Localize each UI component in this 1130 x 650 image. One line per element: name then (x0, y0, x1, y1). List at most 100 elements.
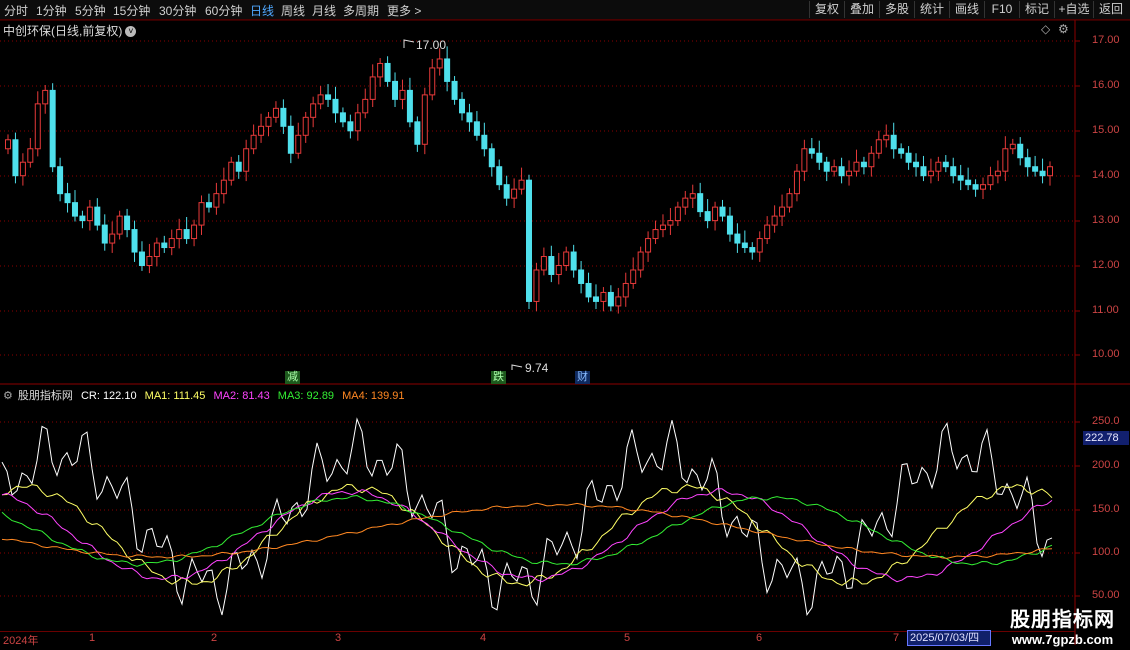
candle-body (5, 139, 11, 150)
candle-body (161, 242, 168, 249)
ma1-value: MA1: 111.45 (144, 390, 206, 402)
candle-body (198, 202, 205, 226)
candle-body (325, 94, 332, 100)
event-badge-finance[interactable]: 财 (575, 371, 590, 384)
candle-body (965, 179, 972, 186)
stock-title[interactable]: 中创环保(日线,前复权) ˅ (3, 22, 137, 39)
candle-body (630, 269, 637, 284)
candle-body (362, 98, 369, 114)
candle-body (734, 233, 741, 244)
high-marker-arrow (403, 39, 415, 48)
date-label: 6 (756, 632, 763, 644)
candle-body (667, 220, 674, 226)
candle-body (793, 170, 800, 195)
candle-body (578, 269, 585, 284)
candle-body (846, 170, 853, 177)
candle-body (399, 89, 406, 100)
candle-body (317, 94, 324, 105)
candle-body (414, 121, 421, 145)
candle-body (1009, 143, 1016, 150)
candle-body (823, 161, 830, 172)
candle-body (205, 202, 212, 208)
candle-body (950, 166, 957, 177)
candle-body (860, 161, 867, 168)
candle-body (548, 256, 555, 275)
candle-body (689, 193, 696, 199)
candle-body (280, 107, 287, 127)
ma3-value: MA3: 92.89 (277, 390, 335, 402)
candle-body (384, 62, 391, 82)
price-tick: 16.00 (1092, 79, 1120, 91)
candle-body (131, 229, 138, 253)
candle-body (533, 269, 540, 302)
candle-body (250, 134, 257, 150)
candle-body (1039, 170, 1046, 177)
cursor-value-box: 222.78 (1083, 431, 1129, 445)
candle-body (49, 89, 56, 168)
candle-body (86, 206, 93, 222)
candle-body (421, 94, 428, 145)
candle-body (235, 161, 242, 172)
candle-body (265, 116, 272, 127)
indicator-lines (1, 417, 1053, 617)
chevron-down-icon[interactable]: ˅ (125, 26, 137, 38)
candle-body (555, 265, 562, 275)
candle-body (436, 58, 443, 69)
candle-body (920, 166, 927, 177)
price-tick: 11.00 (1092, 304, 1119, 316)
candle-body (883, 134, 890, 141)
candle-body (764, 224, 771, 240)
candle-body (704, 211, 711, 222)
candle-body (1047, 166, 1053, 177)
price-markers (403, 39, 523, 370)
candle-body (905, 152, 912, 163)
candle-body (101, 224, 108, 244)
candle-body (153, 242, 160, 258)
indicator-tick: 250.0 (1092, 415, 1120, 427)
date-label: 5 (624, 632, 631, 644)
candle-body (302, 116, 309, 136)
ma2-line (1, 488, 1053, 583)
candle-body (518, 179, 525, 190)
candle-body (935, 161, 942, 172)
candle-body (228, 161, 235, 181)
watermark-title: 股朋指标网 (1010, 609, 1115, 631)
candle-body (168, 238, 175, 249)
indicator-legend: ⚙ 股朋指标网 CR: 122.10 MA1: 111.45 MA2: 81.43… (3, 387, 410, 403)
candle-body (369, 76, 376, 100)
candle-body (34, 103, 41, 150)
event-badge-reduce[interactable]: 减 (285, 371, 300, 384)
price-tick: 15.00 (1092, 124, 1120, 136)
candle-body (339, 112, 346, 123)
kline-chart[interactable] (0, 0, 1130, 650)
candle-body (659, 224, 666, 231)
candle-body (801, 148, 808, 172)
price-tick: 14.00 (1092, 169, 1120, 181)
candle-body (890, 134, 897, 150)
candle-body (972, 184, 979, 190)
candle-body (645, 238, 652, 253)
candle-body (459, 98, 466, 114)
candle-body (712, 206, 719, 222)
chart-grid (0, 19, 1130, 645)
ma4-line (1, 502, 1053, 559)
settings-icon[interactable]: ⚙ (1058, 22, 1069, 36)
candle-body (526, 179, 532, 302)
candle-body (682, 197, 689, 208)
candle-body (1017, 143, 1024, 159)
candle-body (674, 206, 681, 222)
event-badge-limit-down[interactable]: 跌 (491, 371, 506, 384)
candle-body (488, 148, 495, 168)
candle-body (332, 98, 339, 114)
candle-body (808, 148, 815, 154)
candle-body (868, 152, 875, 168)
indicator-name[interactable]: 股朋指标网 (18, 390, 73, 402)
diamond-icon[interactable]: ◇ (1041, 22, 1050, 36)
candle-body (1002, 148, 1009, 172)
date-label: 2 (211, 632, 218, 644)
candle-body (511, 188, 518, 199)
candle-body (451, 80, 458, 100)
settings-icon[interactable]: ⚙ (3, 390, 13, 402)
date-label: 1 (89, 632, 96, 644)
candle-body (771, 215, 778, 226)
